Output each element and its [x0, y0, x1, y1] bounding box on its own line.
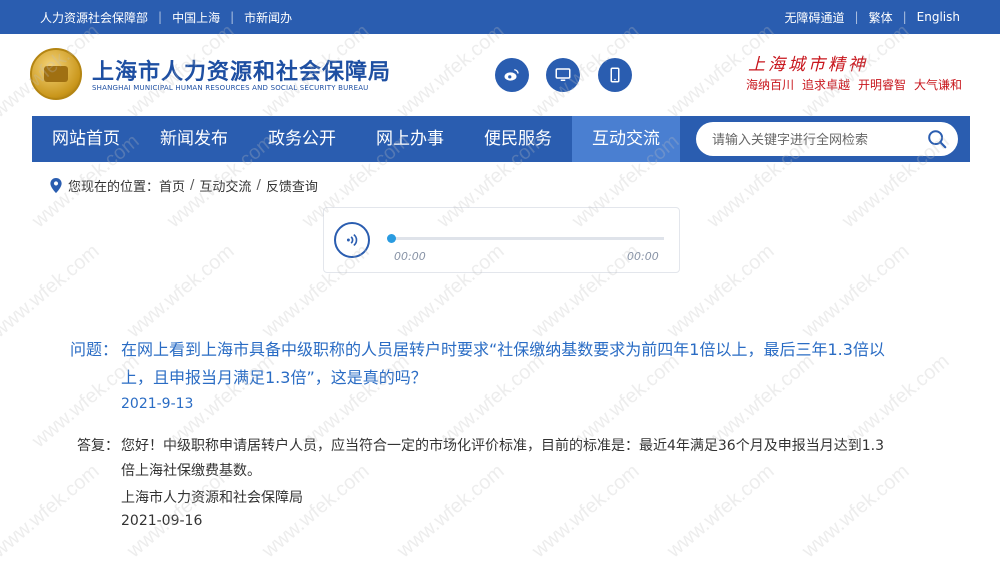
audio-player: 00:00 00:00 [323, 207, 680, 273]
nav-item-online-services[interactable]: 网上办事 [356, 116, 464, 162]
spirit-value: 大气谦和 [914, 78, 963, 92]
spirit-value: 海纳百川 [746, 78, 795, 92]
search-box [696, 122, 958, 156]
link-news-office[interactable]: 市新闻办 [244, 9, 292, 26]
site-header: 上海市人力资源和社会保障局 SHANGHAI MUNICIPAL HUMAN R… [0, 34, 1000, 116]
breadcrumb: 您现在的位置： 首页 / 互动交流 / 反馈查询 [50, 176, 318, 195]
nav-item-interaction[interactable]: 互动交流 [572, 116, 680, 162]
site-title[interactable]: 上海市人力资源和社会保障局 [92, 54, 391, 86]
divider: | [854, 10, 859, 24]
main-nav: 网站首页 新闻发布 政务公开 网上办事 便民服务 互动交流 [32, 116, 970, 162]
question-date: 2021-9-13 [121, 396, 194, 412]
breadcrumb-current: 反馈查询 [265, 180, 318, 195]
nav-item-home[interactable]: 网站首页 [32, 116, 140, 162]
phone-glyph-icon [610, 67, 620, 83]
divider: | [158, 10, 163, 24]
link-mohrss[interactable]: 人力资源社会保障部 [40, 9, 148, 26]
speaker-waves-icon [346, 233, 358, 247]
watermark-text: www.wfek.com [123, 240, 239, 343]
bureau-logo-icon[interactable] [30, 48, 82, 100]
audio-total-time: 00:00 [627, 250, 659, 263]
link-accessibility[interactable]: 无障碍通道 [785, 9, 845, 26]
nav-item-gov-affairs[interactable]: 政务公开 [248, 116, 356, 162]
breadcrumb-home[interactable]: 首页 [159, 176, 185, 195]
top-bar-right-links: 无障碍通道 | 繁体 | English [785, 0, 960, 34]
answer-text: 您好！中级职称申请居转户人员，应当符合一定的市场化评价标准，目前的标准是：最近4… [121, 438, 884, 479]
watermark-text: www.wfek.com [663, 240, 779, 343]
top-bar-left-links: 人力资源社会保障部 | 中国上海 | 市新闻办 [40, 0, 292, 34]
audio-progress-thumb[interactable] [387, 234, 396, 243]
breadcrumb-separator: / [190, 178, 195, 193]
answer-signature: 上海市人力资源和社会保障局 [121, 490, 303, 506]
answer-label: 答复： [77, 438, 119, 454]
city-spirit-title: 上海城市精神 [748, 55, 868, 75]
audio-play-button[interactable] [334, 222, 370, 258]
breadcrumb-prefix: 您现在的位置： [68, 180, 160, 195]
answer-block: 答复： 您好！中级职称申请居转户人员，应当符合一定的市场化评价标准，目前的标准是… [77, 434, 897, 484]
search-input[interactable] [712, 122, 912, 156]
link-china-shanghai[interactable]: 中国上海 [172, 9, 220, 26]
monitor-glyph-icon [555, 68, 571, 81]
spirit-value: 追求卓越 [802, 78, 851, 92]
breadcrumb-separator: / [256, 178, 261, 193]
location-pin-icon [50, 178, 62, 193]
link-traditional-chinese[interactable]: 繁体 [869, 9, 893, 26]
nav-item-news[interactable]: 新闻发布 [140, 116, 248, 162]
breadcrumb-interaction[interactable]: 互动交流 [199, 176, 251, 195]
audio-current-time: 00:00 [394, 250, 426, 263]
nav-item-public-services[interactable]: 便民服务 [464, 116, 572, 162]
audio-progress-track[interactable] [392, 237, 664, 240]
spirit-value: 开明睿智 [858, 78, 907, 92]
link-english[interactable]: English [917, 10, 960, 24]
watermark-text: www.wfek.com [0, 240, 104, 343]
city-spirit-values: 海纳百川 追求卓越 开明睿智 大气谦和 [746, 76, 970, 93]
answer-date: 2021-09-16 [121, 513, 203, 529]
question-label: 问题： [70, 340, 119, 359]
top-bar: 人力资源社会保障部 | 中国上海 | 市新闻办 无障碍通道 | 繁体 | Eng… [0, 0, 1000, 34]
divider: | [902, 10, 907, 24]
desktop-icon[interactable] [546, 58, 580, 92]
divider: | [230, 10, 235, 24]
weibo-glyph-icon [504, 69, 519, 81]
question-block: 问题： 在网上看到上海市具备中级职称的人员居转户时要求“社保缴纳基数要求为前四年… [70, 336, 890, 392]
mobile-icon[interactable] [598, 58, 632, 92]
question-text: 在网上看到上海市具备中级职称的人员居转户时要求“社保缴纳基数要求为前四年1倍以上… [121, 340, 885, 387]
watermark-text: www.wfek.com [798, 240, 914, 343]
weibo-icon[interactable] [495, 58, 529, 92]
site-subtitle: SHANGHAI MUNICIPAL HUMAN RESOURCES AND S… [92, 84, 369, 92]
search-icon[interactable] [926, 128, 948, 150]
